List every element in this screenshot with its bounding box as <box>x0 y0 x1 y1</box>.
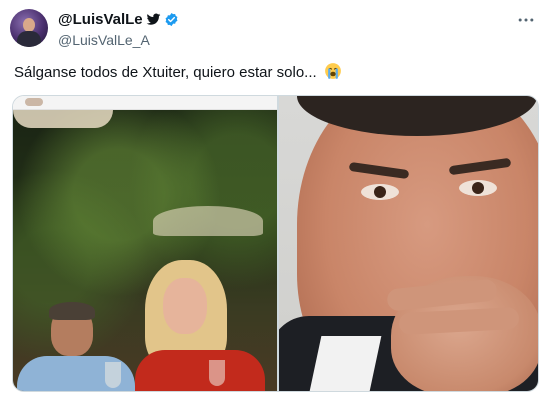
photo-crying-man[interactable] <box>279 96 538 391</box>
white-collar <box>308 336 382 391</box>
display-name-row: @LuisValLe <box>58 10 179 28</box>
woman-dress <box>135 350 265 391</box>
woman-figure <box>125 260 265 391</box>
man-hair <box>49 302 95 320</box>
avatar-face <box>23 18 35 32</box>
parasol-center <box>153 206 263 236</box>
tweet-text: Sálganse todos de Xtuiter, quiero estar … <box>14 62 342 81</box>
more-options-icon[interactable] <box>516 10 536 30</box>
media-grid[interactable] <box>12 95 539 392</box>
verified-badge-icon <box>165 12 178 26</box>
twitter-bird-icon <box>146 13 161 25</box>
photo-couple-dinner[interactable] <box>13 96 277 391</box>
tweet-card: @LuisValLe @LuisValLe_A Sálganse todos d… <box>0 0 550 412</box>
author-block: @LuisValLe @LuisValLe_A <box>58 10 179 48</box>
avatar[interactable] <box>10 9 48 47</box>
parasol-left <box>13 110 113 128</box>
right-iris <box>472 182 484 194</box>
left-iris <box>374 186 386 198</box>
avatar-body <box>17 31 41 47</box>
wine-glass-left <box>105 362 121 388</box>
garden-night-scene <box>13 110 277 391</box>
photo-top-strip <box>13 96 277 110</box>
woman-face <box>163 278 207 334</box>
tweet-text-content: Sálganse todos de Xtuiter, quiero estar … <box>14 64 317 81</box>
loudly-crying-face-emoji-icon <box>325 63 341 79</box>
wine-glass-right <box>209 360 225 386</box>
user-handle[interactable]: @LuisValLe_A <box>58 32 179 48</box>
display-name[interactable]: @LuisValLe <box>58 11 143 28</box>
strip-avatar <box>25 98 43 106</box>
